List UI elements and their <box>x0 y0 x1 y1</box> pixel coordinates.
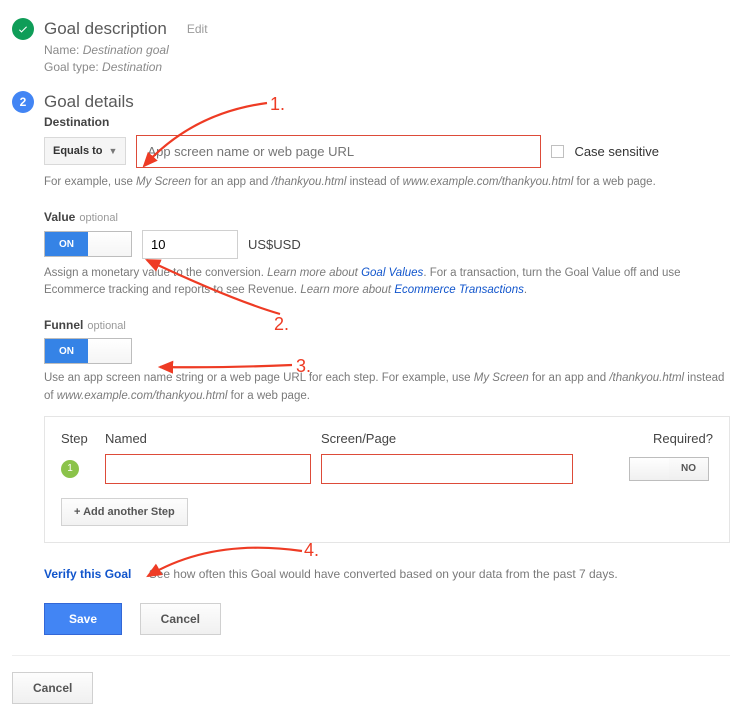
step-2-title: Goal details <box>44 92 134 112</box>
case-sensitive-label: Case sensitive <box>574 144 659 159</box>
value-toggle[interactable]: ON <box>44 231 132 257</box>
verify-row: Verify this Goal See how often this Goal… <box>44 567 730 581</box>
match-type-dropdown[interactable]: Equals to ▼ <box>44 137 126 165</box>
funnel-columns: Step Named Screen/Page Required? <box>61 431 713 446</box>
funnel-toggle[interactable]: ON <box>44 338 132 364</box>
step-1-title: Goal description <box>44 19 167 39</box>
value-help: Assign a monetary value to the conversio… <box>44 265 730 301</box>
destination-input[interactable] <box>136 135 541 168</box>
save-button[interactable]: Save <box>44 603 122 635</box>
funnel-steps-box: Step Named Screen/Page Required? 1 NO + … <box>44 416 730 543</box>
funnel-step-row: 1 NO <box>61 454 713 484</box>
ecommerce-link[interactable]: Ecommerce Transactions <box>394 284 524 296</box>
goal-values-link[interactable]: Goal Values <box>361 267 423 279</box>
add-step-button[interactable]: + Add another Step <box>61 498 188 526</box>
edit-link[interactable]: Edit <box>187 22 208 36</box>
case-sensitive-checkbox[interactable] <box>551 145 564 158</box>
value-label: Valueoptional <box>44 210 730 224</box>
check-icon <box>12 18 34 40</box>
step-2-num-icon: 2 <box>12 91 34 113</box>
funnel-help: Use an app screen name string or a web p… <box>44 370 730 406</box>
action-row: Save Cancel <box>44 603 730 635</box>
step-1-header: Goal description Edit <box>12 18 730 40</box>
destination-label: Destination <box>44 115 730 129</box>
step-2-header: 2 Goal details <box>12 91 730 113</box>
divider <box>12 655 730 656</box>
value-amount-input[interactable] <box>142 230 238 259</box>
footer-cancel-button[interactable]: Cancel <box>12 672 93 704</box>
step-name-input[interactable] <box>105 454 311 484</box>
destination-help: For example, use My Screen for an app an… <box>44 174 730 192</box>
funnel-label: Funneloptional <box>44 318 730 332</box>
chevron-down-icon: ▼ <box>109 146 118 156</box>
verify-text: See how often this Goal would have conve… <box>149 567 618 581</box>
verify-goal-link[interactable]: Verify this Goal <box>44 567 131 581</box>
cancel-button[interactable]: Cancel <box>140 603 221 635</box>
step-screen-input[interactable] <box>321 454 573 484</box>
step-required-toggle[interactable]: NO <box>629 457 709 481</box>
value-currency: US$USD <box>248 237 301 252</box>
step-1-subtitle: Name: Destination goal Goal type: Destin… <box>44 42 730 77</box>
step-number-badge: 1 <box>61 460 79 478</box>
